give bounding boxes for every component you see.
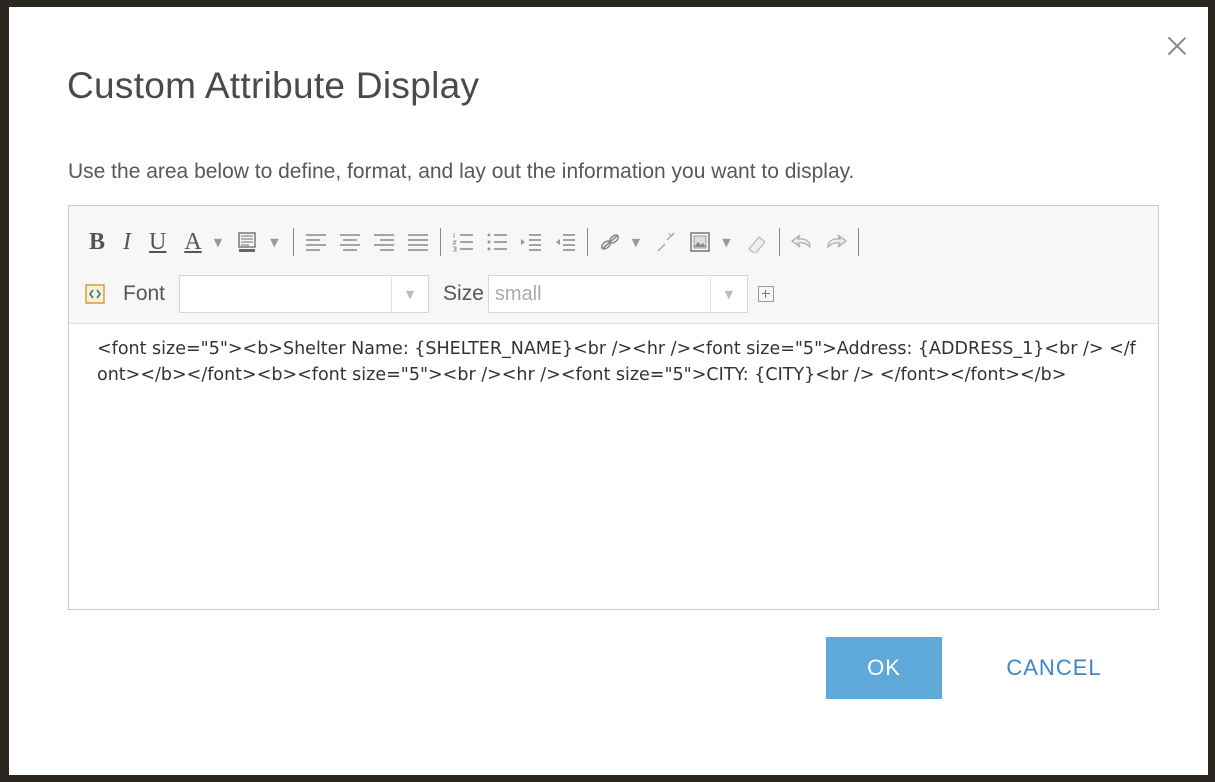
insert-image-icon[interactable] bbox=[688, 231, 712, 253]
chevron-down-icon[interactable]: ▼ bbox=[709, 276, 747, 312]
align-center-icon[interactable] bbox=[338, 231, 362, 253]
cancel-button[interactable]: CANCEL bbox=[989, 637, 1119, 699]
outdent-icon[interactable] bbox=[553, 231, 577, 253]
toolbar-divider bbox=[586, 228, 588, 256]
indent-icon[interactable] bbox=[519, 231, 543, 253]
align-right-icon[interactable] bbox=[372, 231, 396, 253]
size-select[interactable]: small ▼ bbox=[487, 275, 748, 313]
numbered-list-icon[interactable] bbox=[451, 231, 475, 253]
close-icon[interactable] bbox=[1164, 33, 1190, 59]
align-justify-icon[interactable] bbox=[406, 231, 430, 253]
underline-button[interactable]: U bbox=[149, 229, 166, 256]
bold-button[interactable]: B bbox=[89, 229, 105, 256]
chevron-down-icon[interactable]: ▼ bbox=[214, 236, 222, 249]
size-select-value: small bbox=[494, 282, 542, 305]
link-icon[interactable] bbox=[598, 231, 622, 253]
size-label: Size bbox=[443, 282, 484, 305]
toolbar-row-formatting: B I U A ▼ ▼ ▼ ▼ bbox=[89, 226, 869, 258]
view-source-icon[interactable] bbox=[85, 284, 105, 304]
toolbar-divider bbox=[857, 228, 859, 256]
chevron-down-icon[interactable]: ▼ bbox=[632, 236, 640, 249]
rich-text-editor: B I U A ▼ ▼ ▼ ▼ Font ▼ Size small ▼ <fon… bbox=[68, 205, 1159, 610]
dialog-description: Use the area below to define, format, an… bbox=[68, 160, 855, 183]
toolbar-divider bbox=[439, 228, 441, 256]
chevron-down-icon[interactable]: ▼ bbox=[391, 276, 428, 312]
redo-icon[interactable] bbox=[824, 231, 848, 253]
undo-icon[interactable] bbox=[790, 231, 814, 253]
align-left-icon[interactable] bbox=[304, 231, 328, 253]
unlink-icon[interactable] bbox=[654, 231, 678, 253]
font-color-button[interactable]: A bbox=[184, 229, 201, 256]
custom-attribute-display-dialog: Custom Attribute Display Use the area be… bbox=[9, 7, 1208, 775]
chevron-down-icon[interactable]: ▼ bbox=[270, 236, 278, 249]
editor-toolbar: B I U A ▼ ▼ ▼ ▼ Font ▼ Size small ▼ bbox=[69, 206, 1158, 324]
toolbar-divider bbox=[292, 228, 294, 256]
expand-icon[interactable] bbox=[757, 286, 774, 302]
toolbar-row-font: Font ▼ Size small ▼ bbox=[85, 275, 774, 313]
italic-button[interactable]: I bbox=[123, 229, 131, 256]
highlight-color-icon[interactable] bbox=[236, 231, 260, 253]
bullet-list-icon[interactable] bbox=[485, 231, 509, 253]
html-source-textarea[interactable]: <font size="5"><b>Shelter Name: {SHELTER… bbox=[97, 336, 1137, 388]
eraser-icon[interactable] bbox=[745, 231, 769, 255]
dialog-title: Custom Attribute Display bbox=[67, 65, 480, 106]
ok-button[interactable]: OK bbox=[826, 637, 942, 699]
toolbar-divider bbox=[778, 228, 780, 256]
font-color-icon: A bbox=[184, 228, 202, 255]
font-label: Font bbox=[123, 282, 166, 305]
chevron-down-icon[interactable]: ▼ bbox=[722, 236, 730, 249]
font-select[interactable]: ▼ bbox=[179, 275, 430, 313]
